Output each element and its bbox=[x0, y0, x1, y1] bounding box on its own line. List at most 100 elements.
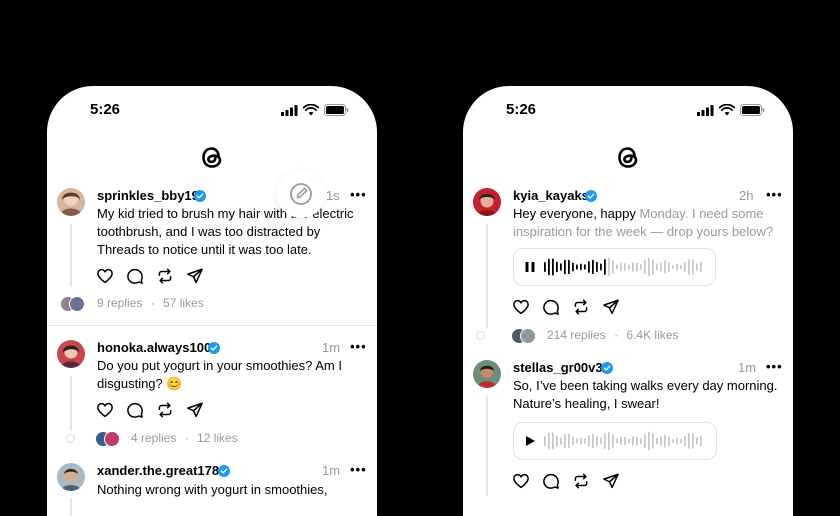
more-icon[interactable]: ••• bbox=[766, 359, 783, 374]
heart-icon[interactable] bbox=[96, 267, 114, 285]
verified-badge-icon bbox=[218, 465, 230, 477]
reply-count[interactable]: 214 replies bbox=[547, 328, 606, 342]
waveform-bar bbox=[628, 438, 630, 444]
waveform-bar bbox=[696, 263, 698, 271]
avatar[interactable] bbox=[473, 360, 501, 388]
action-bar bbox=[96, 267, 204, 285]
compose-button[interactable] bbox=[277, 170, 325, 218]
post-text: So, I’ve been taking walks every day mor… bbox=[513, 378, 778, 411]
post-text: Nothing wrong with yogurt in smoothies, bbox=[97, 482, 328, 497]
waveform-bar bbox=[664, 434, 666, 448]
avatar[interactable] bbox=[57, 340, 85, 368]
waveform-bar bbox=[640, 264, 642, 270]
waveform-bar bbox=[648, 431, 650, 451]
username[interactable]: stellas_gr00v3 bbox=[513, 360, 603, 375]
waveform-bar bbox=[600, 263, 602, 271]
threads-logo-icon[interactable] bbox=[196, 141, 228, 173]
username[interactable]: kyia_kayaks bbox=[513, 188, 589, 203]
action-bar bbox=[512, 298, 620, 316]
waveform-bar bbox=[652, 259, 654, 275]
waveform-bar bbox=[676, 263, 678, 271]
waveform-bar bbox=[616, 264, 618, 270]
comment-icon[interactable] bbox=[126, 401, 144, 419]
waveform-bar bbox=[620, 436, 622, 446]
more-icon[interactable]: ••• bbox=[766, 187, 783, 202]
status-bar: 5:26 bbox=[47, 101, 377, 121]
send-icon[interactable] bbox=[186, 401, 204, 419]
waveform-bar bbox=[600, 437, 602, 445]
phone-left: 5:26 sprinkles_bby19 1s ••• My kid tried… bbox=[47, 86, 377, 516]
like-count[interactable]: 12 likes bbox=[197, 431, 238, 445]
waveform-bar bbox=[548, 258, 550, 276]
verified-badge-icon bbox=[585, 190, 597, 202]
heart-icon[interactable] bbox=[512, 472, 530, 490]
waveform-bar bbox=[588, 261, 590, 273]
more-icon[interactable]: ••• bbox=[350, 187, 367, 202]
send-icon[interactable] bbox=[186, 267, 204, 285]
status-bar: 5:26 bbox=[463, 101, 793, 121]
post-stats: 214 replies · 6.4K likes bbox=[547, 328, 678, 342]
pause-icon[interactable] bbox=[524, 261, 536, 273]
waveform-bar bbox=[656, 437, 658, 445]
send-icon[interactable] bbox=[602, 472, 620, 490]
reply-count[interactable]: 9 replies bbox=[97, 296, 142, 310]
thread-line bbox=[70, 498, 72, 516]
battery-icon bbox=[324, 104, 349, 116]
like-count[interactable]: 6.4K likes bbox=[626, 328, 678, 342]
waveform-bar bbox=[664, 260, 666, 274]
username[interactable]: sprinkles_bby19 bbox=[97, 188, 199, 203]
heart-icon[interactable] bbox=[96, 401, 114, 419]
separator: · bbox=[150, 296, 155, 310]
verified-badge-icon bbox=[194, 190, 206, 202]
more-icon[interactable]: ••• bbox=[350, 462, 367, 477]
timestamp: 1m bbox=[322, 463, 341, 478]
status-time: 5:26 bbox=[90, 101, 121, 118]
send-icon[interactable] bbox=[602, 298, 620, 316]
waveform-bar bbox=[568, 433, 570, 449]
repost-icon[interactable] bbox=[572, 298, 590, 316]
waveform-bar bbox=[672, 438, 674, 444]
waveform-bar bbox=[548, 432, 550, 450]
separator: · bbox=[184, 431, 189, 445]
waveform-bar bbox=[612, 260, 614, 274]
threads-logo-icon[interactable] bbox=[612, 141, 644, 173]
username[interactable]: honoka.always100 bbox=[97, 340, 211, 355]
post-text: Hey everyone, happy Monday. I need some … bbox=[513, 206, 774, 239]
comment-icon[interactable] bbox=[542, 472, 560, 490]
replier-avatar bbox=[69, 296, 85, 312]
thread-end-dot bbox=[66, 434, 75, 443]
waveform-bar bbox=[560, 263, 562, 271]
repost-icon[interactable] bbox=[156, 401, 174, 419]
waveform-bar bbox=[700, 261, 702, 273]
repost-icon[interactable] bbox=[156, 267, 174, 285]
play-icon[interactable] bbox=[524, 435, 536, 447]
thread-line bbox=[70, 224, 72, 287]
compose-icon bbox=[290, 183, 312, 205]
heart-icon[interactable] bbox=[512, 298, 530, 316]
username[interactable]: xander.the.great178 bbox=[97, 463, 219, 478]
replier-avatar bbox=[104, 431, 120, 447]
waveform-bar bbox=[692, 433, 694, 449]
waveform-bar bbox=[644, 259, 646, 275]
waveform-bar bbox=[612, 434, 614, 448]
avatar[interactable] bbox=[473, 188, 501, 216]
more-icon[interactable]: ••• bbox=[350, 339, 367, 354]
waveform-bar bbox=[668, 435, 670, 447]
waveform-bar bbox=[632, 436, 634, 446]
waveform-bar bbox=[684, 261, 686, 273]
audio-player[interactable] bbox=[513, 248, 716, 286]
waveform-bar bbox=[608, 257, 610, 277]
reply-count[interactable]: 4 replies bbox=[131, 431, 176, 445]
signal-icon bbox=[697, 104, 714, 116]
audio-waveform[interactable] bbox=[544, 255, 704, 279]
avatar[interactable] bbox=[57, 188, 85, 216]
action-bar bbox=[512, 472, 620, 490]
comment-icon[interactable] bbox=[126, 267, 144, 285]
waveform-bar bbox=[596, 261, 598, 273]
avatar[interactable] bbox=[57, 463, 85, 491]
comment-icon[interactable] bbox=[542, 298, 560, 316]
repost-icon[interactable] bbox=[572, 472, 590, 490]
audio-player[interactable] bbox=[513, 422, 717, 460]
audio-waveform[interactable] bbox=[544, 429, 704, 453]
like-count[interactable]: 57 likes bbox=[163, 296, 204, 310]
